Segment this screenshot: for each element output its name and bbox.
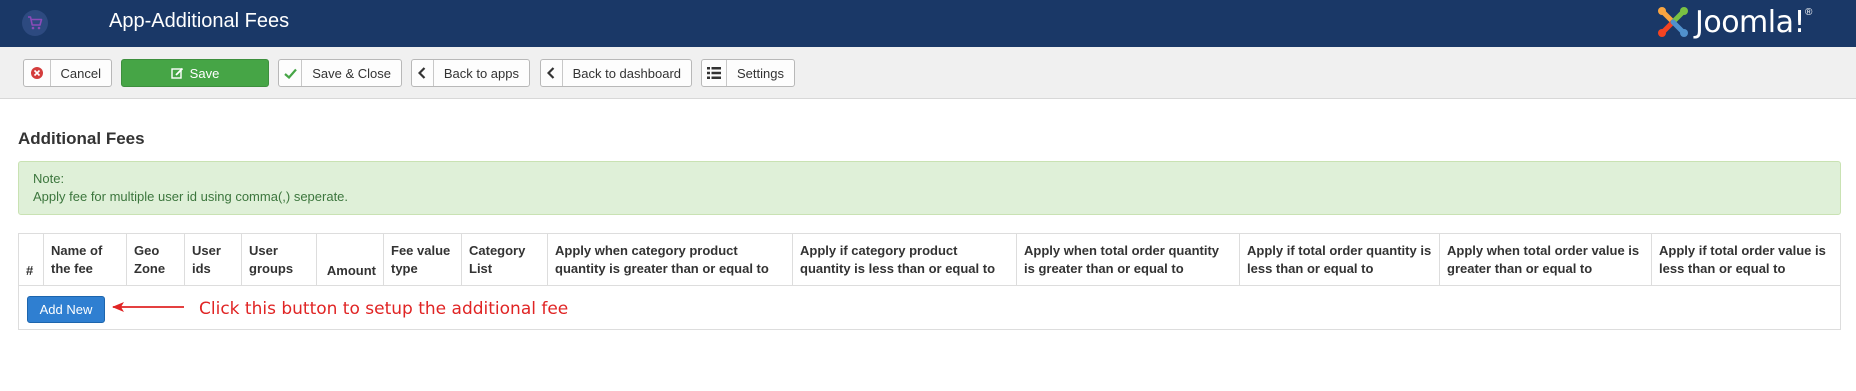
column-header-category-list: Category List bbox=[462, 234, 548, 286]
cancel-icon bbox=[24, 60, 51, 86]
app-header: App-Additional Fees Joomla! ® bbox=[0, 0, 1856, 47]
note-title: Note: bbox=[33, 171, 65, 186]
table-header-row: # Name of the fee Geo Zone User ids User… bbox=[19, 234, 1840, 286]
page-title: App-Additional Fees bbox=[109, 10, 290, 32]
cancel-label: Cancel bbox=[60, 65, 101, 81]
edit-icon bbox=[170, 60, 184, 86]
column-header-order-qty-min: Apply when total order quantity is great… bbox=[1017, 234, 1240, 286]
section-title: Additional Fees bbox=[18, 129, 145, 148]
fees-table: # Name of the fee Geo Zone User ids User… bbox=[18, 233, 1841, 330]
column-header-order-value-min: Apply when total order value is greater … bbox=[1440, 234, 1652, 286]
column-header-name: Name of the fee bbox=[44, 234, 127, 286]
column-header-geo-zone: Geo Zone bbox=[127, 234, 185, 286]
column-header-cat-qty-max: Apply if category product quantity is le… bbox=[793, 234, 1017, 286]
column-header-amount: Amount bbox=[317, 234, 384, 286]
back-to-apps-label: Back to apps bbox=[443, 65, 519, 81]
back-to-dashboard-button[interactable]: Back to dashboard bbox=[540, 59, 692, 87]
column-header-index: # bbox=[19, 234, 44, 286]
settings-button[interactable]: Settings bbox=[701, 59, 795, 87]
joomla-logo: Joomla! ® bbox=[1655, 2, 1812, 42]
settings-label: Settings bbox=[737, 65, 784, 81]
save-close-button[interactable]: Save & Close bbox=[278, 59, 402, 87]
callout-text: Click this button to setup the additiona… bbox=[199, 299, 569, 319]
joomla-logo-icon bbox=[1658, 7, 1688, 37]
note-alert: Note: Apply fee for multiple user id usi… bbox=[18, 161, 1841, 215]
column-header-fee-value-type: Fee value type bbox=[384, 234, 462, 286]
list-icon bbox=[702, 60, 728, 86]
check-icon bbox=[279, 60, 303, 86]
column-header-user-groups: User groups bbox=[242, 234, 317, 286]
note-text: Apply fee for multiple user id using com… bbox=[33, 189, 349, 204]
chevron-left-icon bbox=[541, 60, 563, 86]
chevron-left-icon bbox=[412, 60, 434, 86]
brand-registered: ® bbox=[1805, 6, 1813, 18]
toolbar: Cancel Save Save & Close Back to apps Ba… bbox=[0, 47, 1856, 99]
save-close-label: Save & Close bbox=[312, 65, 391, 81]
back-to-apps-button[interactable]: Back to apps bbox=[411, 59, 530, 87]
cancel-button[interactable]: Cancel bbox=[23, 59, 112, 87]
column-header-user-ids: User ids bbox=[185, 234, 242, 286]
column-header-cat-qty-min: Apply when category product quantity is … bbox=[548, 234, 793, 286]
cart-icon[interactable] bbox=[22, 10, 48, 36]
save-label: Save bbox=[189, 65, 220, 81]
add-new-button[interactable]: Add New bbox=[27, 296, 105, 323]
back-to-dashboard-label: Back to dashboard bbox=[572, 65, 681, 81]
brand-name: Joomla! bbox=[1695, 4, 1806, 40]
save-button[interactable]: Save bbox=[121, 59, 269, 87]
arrow-left-icon bbox=[112, 302, 184, 312]
column-header-order-qty-max: Apply if total order quantity is less th… bbox=[1240, 234, 1440, 286]
column-header-order-value-max: Apply if total order value is less than … bbox=[1659, 243, 1826, 276]
